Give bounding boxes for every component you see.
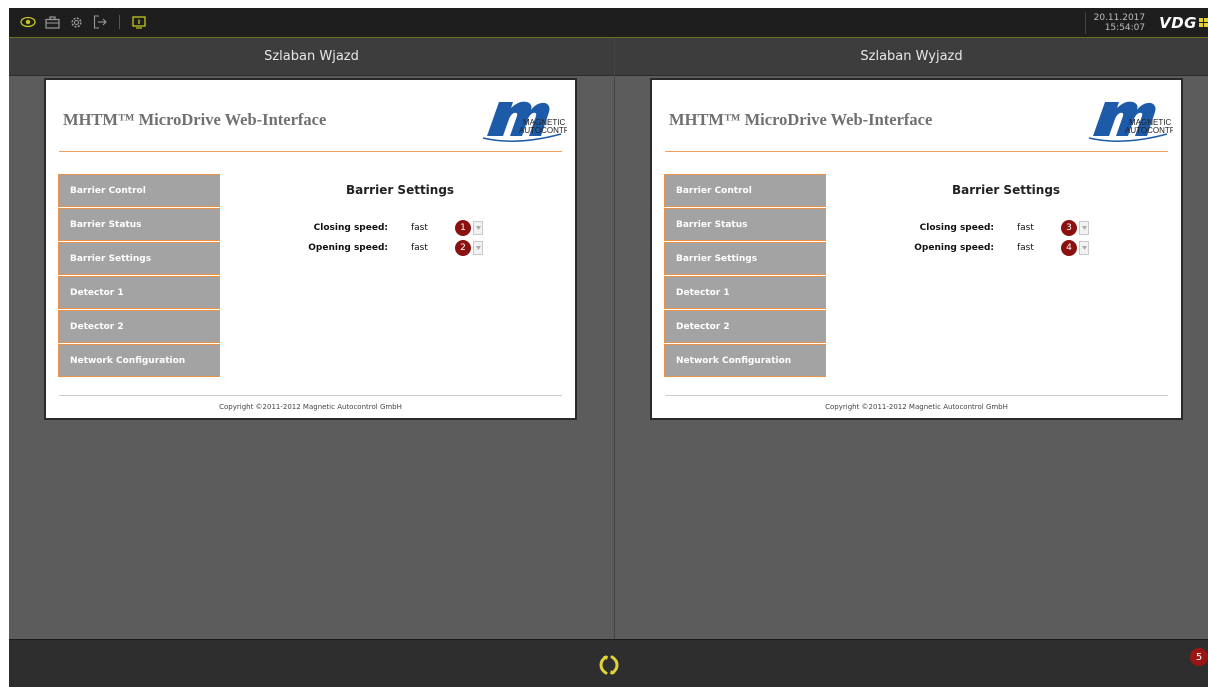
pane-header: Szlaban Wjazd: [9, 38, 614, 76]
closing-speed-label: Closing speed:: [313, 223, 388, 233]
menu-item-barrier-control[interactable]: Barrier Control: [58, 174, 220, 207]
magnetic-autocontrol-logo: MAGNETIC AUTOCONTROL: [482, 101, 567, 142]
closing-speed-row: Closing speed: fast 3: [872, 220, 1089, 236]
web-interface-frame: MHTM™ MicroDrive Web-Interface MAGNETIC …: [44, 78, 577, 420]
briefcase-icon[interactable]: [43, 13, 61, 31]
menu-item-detector-2[interactable]: Detector 2: [58, 310, 220, 343]
annotation-badge: 2: [455, 240, 471, 256]
menu-item-detector-2[interactable]: Detector 2: [664, 310, 826, 343]
toolbar-right: 20.11.2017 15:54:07 VDG: [1084, 8, 1208, 37]
closing-speed-label: Closing speed:: [919, 223, 994, 233]
toolbar-separator: [119, 15, 120, 29]
web-title: MHTM™ MicroDrive Web-Interface: [669, 110, 933, 129]
header-divider: [665, 151, 1168, 152]
side-menu: Barrier Control Barrier Status Barrier S…: [58, 174, 220, 378]
menu-item-barrier-status[interactable]: Barrier Status: [58, 208, 220, 241]
footer-divider: [59, 395, 562, 396]
opening-speed-value[interactable]: fast: [411, 243, 455, 253]
logout-icon[interactable]: [91, 13, 109, 31]
menu-item-barrier-settings[interactable]: Barrier Settings: [58, 242, 220, 275]
pane-entry: Szlaban Wjazd MHTM™ MicroDrive Web-Inter…: [9, 38, 614, 639]
closing-speed-row: Closing speed: fast 1: [266, 220, 483, 236]
monitor-icon[interactable]: [130, 13, 148, 31]
clock-date: 20.11.2017: [1093, 12, 1146, 23]
header-divider: [59, 151, 562, 152]
bottom-bar: 5: [9, 639, 1208, 687]
gear-icon[interactable]: [67, 13, 85, 31]
menu-item-barrier-settings[interactable]: Barrier Settings: [664, 242, 826, 275]
copyright: Copyright ©2011-2012 Magnetic Autocontro…: [825, 403, 1008, 411]
dropdown-arrow-icon[interactable]: [1079, 221, 1089, 235]
footer-divider: [665, 395, 1168, 396]
side-menu: Barrier Control Barrier Status Barrier S…: [664, 174, 826, 378]
vdg-logo-text: VDG: [1159, 13, 1197, 32]
eye-icon[interactable]: [19, 13, 37, 31]
web-interface-frame: MHTM™ MicroDrive Web-Interface MAGNETIC …: [650, 78, 1183, 420]
menu-item-network-configuration[interactable]: Network Configuration: [664, 344, 826, 377]
closing-speed-value[interactable]: fast: [411, 223, 455, 233]
annotation-badge: 1: [455, 220, 471, 236]
opening-speed-label: Opening speed:: [308, 243, 388, 253]
menu-item-network-configuration[interactable]: Network Configuration: [58, 344, 220, 377]
menu-item-barrier-status[interactable]: Barrier Status: [664, 208, 826, 241]
settings-title: Barrier Settings: [952, 183, 1061, 197]
menu-item-barrier-control[interactable]: Barrier Control: [664, 174, 826, 207]
logo-text-2: AUTOCONTROL: [519, 126, 567, 135]
menu-item-detector-1[interactable]: Detector 1: [664, 276, 826, 309]
toolbar-divider: [1084, 11, 1086, 34]
top-toolbar: 20.11.2017 15:54:07 VDG: [9, 8, 1208, 38]
menu-item-detector-1[interactable]: Detector 1: [58, 276, 220, 309]
vdg-logo: VDG: [1159, 14, 1208, 32]
clock: 20.11.2017 15:54:07: [1094, 13, 1146, 33]
pane-exit: Szlaban Wyjazd MHTM™ MicroDrive Web-Inte…: [615, 38, 1208, 639]
logo-text-2: AUTOCONTROL: [1125, 126, 1173, 135]
opening-speed-label: Opening speed:: [914, 243, 994, 253]
opening-speed-value[interactable]: fast: [1017, 243, 1061, 253]
dropdown-arrow-icon[interactable]: [473, 241, 483, 255]
copyright: Copyright ©2011-2012 Magnetic Autocontro…: [219, 403, 402, 411]
web-title: MHTM™ MicroDrive Web-Interface: [63, 110, 327, 129]
app-window: 20.11.2017 15:54:07 VDG Szlaban Wjazd MH…: [9, 8, 1208, 687]
magnetic-autocontrol-logo: MAGNETIC AUTOCONTROL: [1088, 101, 1173, 142]
clock-time: 15:54:07: [1104, 22, 1146, 33]
opening-speed-row: Opening speed: fast 2: [266, 240, 483, 256]
refresh-icon[interactable]: [599, 654, 619, 675]
pane-header: Szlaban Wyjazd: [615, 38, 1208, 76]
notification-badge[interactable]: 5: [1190, 648, 1208, 666]
dropdown-arrow-icon[interactable]: [473, 221, 483, 235]
closing-speed-value[interactable]: fast: [1017, 223, 1061, 233]
vdg-logo-mark: [1199, 18, 1208, 27]
annotation-badge: 4: [1061, 240, 1077, 256]
annotation-badge: 3: [1061, 220, 1077, 236]
toolbar-icons: [19, 13, 148, 31]
opening-speed-row: Opening speed: fast 4: [872, 240, 1089, 256]
settings-title: Barrier Settings: [346, 183, 455, 197]
dropdown-arrow-icon[interactable]: [1079, 241, 1089, 255]
